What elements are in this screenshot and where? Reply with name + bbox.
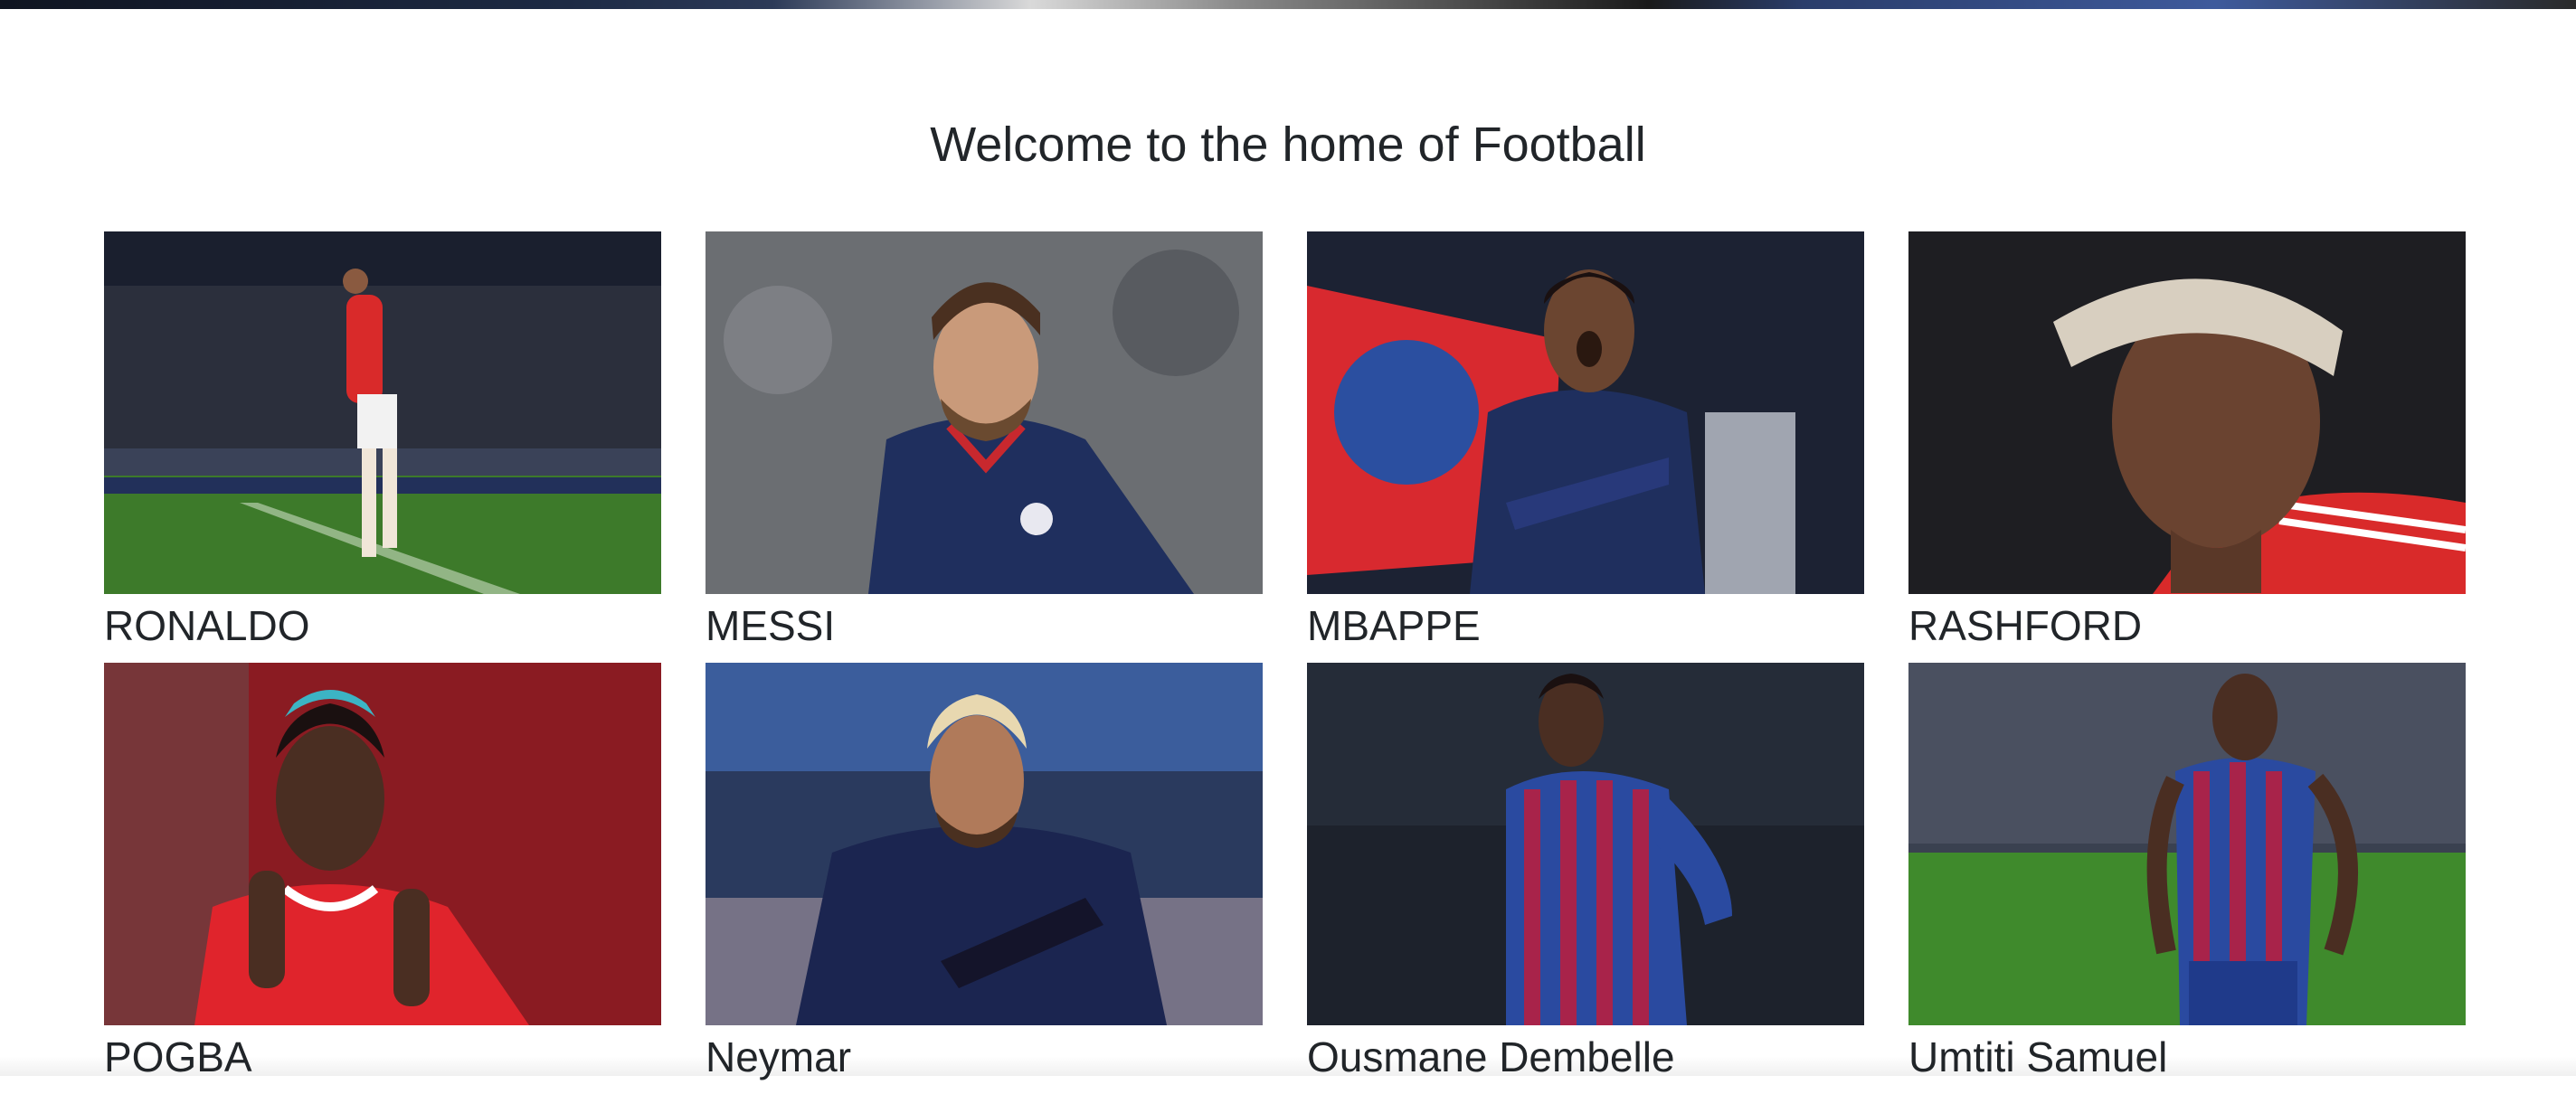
hero-banner-strip [0, 0, 2576, 9]
player-card-rashford[interactable]: RASHFORD [1908, 231, 2466, 663]
player-portrait-photo[interactable] [1307, 231, 1864, 594]
player-portrait-photo[interactable] [1908, 231, 2466, 594]
player-name: MESSI [706, 594, 1263, 661]
page-title: Welcome to the home of Football [0, 116, 2576, 174]
player-standing-photo[interactable] [1307, 663, 1864, 1025]
player-grid: RONALDO MESSI [104, 231, 2472, 1094]
player-card-umtiti-samuel[interactable]: Umtiti Samuel [1908, 663, 2466, 1094]
player-name: Umtiti Samuel [1908, 1025, 2466, 1092]
player-card-ousmane-dembelle[interactable]: Ousmane Dembelle [1307, 663, 1864, 1094]
player-card-neymar[interactable]: Neymar [706, 663, 1263, 1094]
player-portrait-photo[interactable] [706, 231, 1263, 594]
player-name: POGBA [104, 1025, 661, 1092]
player-name: RASHFORD [1908, 594, 2466, 661]
player-card-pogba[interactable]: POGBA [104, 663, 661, 1094]
player-name: RONALDO [104, 594, 661, 661]
player-card-messi[interactable]: MESSI [706, 231, 1263, 663]
player-name: Ousmane Dembelle [1307, 1025, 1864, 1092]
player-standing-photo[interactable] [1908, 663, 2466, 1025]
player-portrait-photo[interactable] [706, 663, 1263, 1025]
player-name: Neymar [706, 1025, 1263, 1092]
player-portrait-photo[interactable] [104, 663, 661, 1025]
player-celebration-photo[interactable] [104, 231, 661, 594]
player-card-mbappe[interactable]: MBAPPE [1307, 231, 1864, 663]
player-name: MBAPPE [1307, 594, 1864, 661]
player-card-ronaldo[interactable]: RONALDO [104, 231, 661, 663]
